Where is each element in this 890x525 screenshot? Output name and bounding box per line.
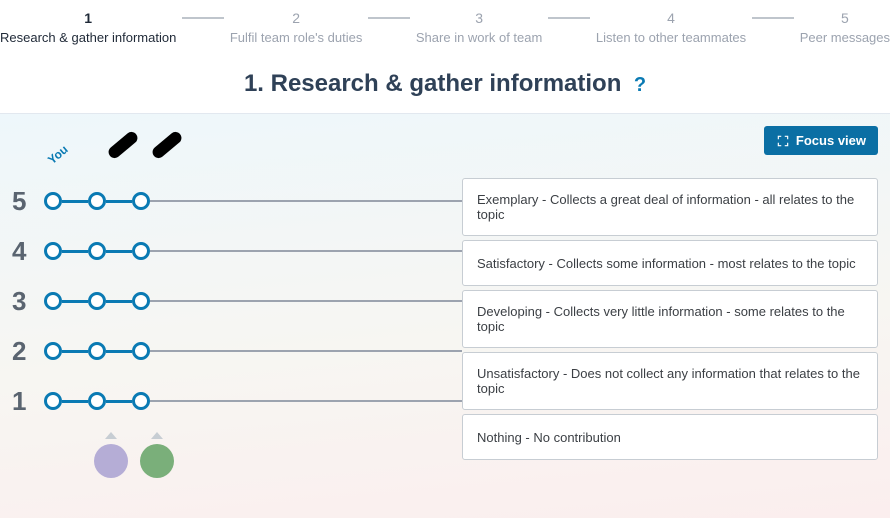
- rating-circles: [44, 192, 150, 210]
- rating-grid: You 5 4: [12, 176, 462, 478]
- peer-name-redacted: [106, 129, 140, 160]
- step-number: 3: [475, 10, 483, 30]
- row-number: 2: [12, 336, 44, 367]
- row-number: 5: [12, 186, 44, 217]
- rating-option-peer1[interactable]: [88, 192, 106, 210]
- column-labels: You: [12, 131, 462, 181]
- row-line: [150, 350, 462, 352]
- rating-circles: [44, 392, 150, 410]
- rubric-row: 3: [12, 276, 462, 326]
- rating-option-peer1[interactable]: [88, 242, 106, 260]
- step-connector: [182, 17, 224, 19]
- rating-option-peer1[interactable]: [88, 392, 106, 410]
- step-number: 4: [667, 10, 675, 30]
- row-line: [150, 400, 462, 402]
- rating-circles: [44, 342, 150, 360]
- focus-view-label: Focus view: [796, 133, 866, 148]
- rubric-descriptions: Exemplary - Collects a great deal of inf…: [462, 176, 878, 478]
- row-line: [150, 250, 462, 252]
- rating-option-you[interactable]: [44, 192, 62, 210]
- step-3[interactable]: 3 Share in work of team: [416, 10, 542, 45]
- rubric-level-desc: Developing - Collects very little inform…: [462, 290, 878, 348]
- rubric-row: 1: [12, 376, 462, 426]
- rubric-panel: Focus view You 5 4: [0, 113, 890, 518]
- help-icon[interactable]: ?: [634, 74, 646, 97]
- step-label: Fulfil team role's duties: [230, 30, 363, 45]
- expand-icon: [776, 134, 790, 148]
- rubric-level-desc: Nothing - No contribution: [462, 414, 878, 460]
- you-column-label: You: [45, 142, 71, 167]
- rating-option-peer2[interactable]: [132, 392, 150, 410]
- row-number: 3: [12, 286, 44, 317]
- rating-option-peer2[interactable]: [132, 192, 150, 210]
- progress-stepper: 1 Research & gather information 2 Fulfil…: [0, 0, 890, 45]
- step-4[interactable]: 4 Listen to other teammates: [596, 10, 746, 45]
- rating-circles: [44, 292, 150, 310]
- peer-marker-1[interactable]: [94, 444, 128, 478]
- step-2[interactable]: 2 Fulfil team role's duties: [230, 10, 363, 45]
- rating-option-you[interactable]: [44, 392, 62, 410]
- rating-option-peer1[interactable]: [88, 292, 106, 310]
- rating-option-peer2[interactable]: [132, 292, 150, 310]
- step-connector: [368, 17, 410, 19]
- step-label: Share in work of team: [416, 30, 542, 45]
- rating-option-you[interactable]: [44, 342, 62, 360]
- page-heading: 1. Research & gather information ?: [0, 45, 890, 113]
- rating-option-peer2[interactable]: [132, 242, 150, 260]
- rating-option-peer1[interactable]: [88, 342, 106, 360]
- step-5[interactable]: 5 Peer messages: [800, 10, 890, 45]
- row-line: [150, 300, 462, 302]
- row-number: 4: [12, 236, 44, 267]
- step-connector: [548, 17, 590, 19]
- rubric-level-desc: Unsatisfactory - Does not collect any in…: [462, 352, 878, 410]
- rating-option-peer2[interactable]: [132, 342, 150, 360]
- step-number: 2: [292, 10, 300, 30]
- rubric-level-desc: Exemplary - Collects a great deal of inf…: [462, 178, 878, 236]
- rating-option-you[interactable]: [44, 292, 62, 310]
- step-number: 5: [841, 10, 849, 30]
- rubric-row: 2: [12, 326, 462, 376]
- peer-marker-2[interactable]: [140, 444, 174, 478]
- focus-view-button[interactable]: Focus view: [764, 126, 878, 155]
- rubric-row: 5: [12, 176, 462, 226]
- rubric-row: 4: [12, 226, 462, 276]
- rating-circles: [44, 242, 150, 260]
- step-connector: [752, 17, 794, 19]
- step-label: Research & gather information: [0, 30, 176, 45]
- peer-name-redacted: [150, 129, 184, 160]
- step-1[interactable]: 1 Research & gather information: [0, 10, 176, 45]
- rating-option-you[interactable]: [44, 242, 62, 260]
- row-number: 1: [12, 386, 44, 417]
- caret-up-icon: [105, 432, 117, 439]
- row-line: [150, 200, 462, 202]
- step-label: Peer messages: [800, 30, 890, 45]
- step-number: 1: [84, 10, 92, 30]
- caret-up-icon: [151, 432, 163, 439]
- rubric-level-desc: Satisfactory - Collects some information…: [462, 240, 878, 286]
- peer-markers: [12, 426, 462, 478]
- step-label: Listen to other teammates: [596, 30, 746, 45]
- heading-title: 1. Research & gather information: [244, 70, 621, 97]
